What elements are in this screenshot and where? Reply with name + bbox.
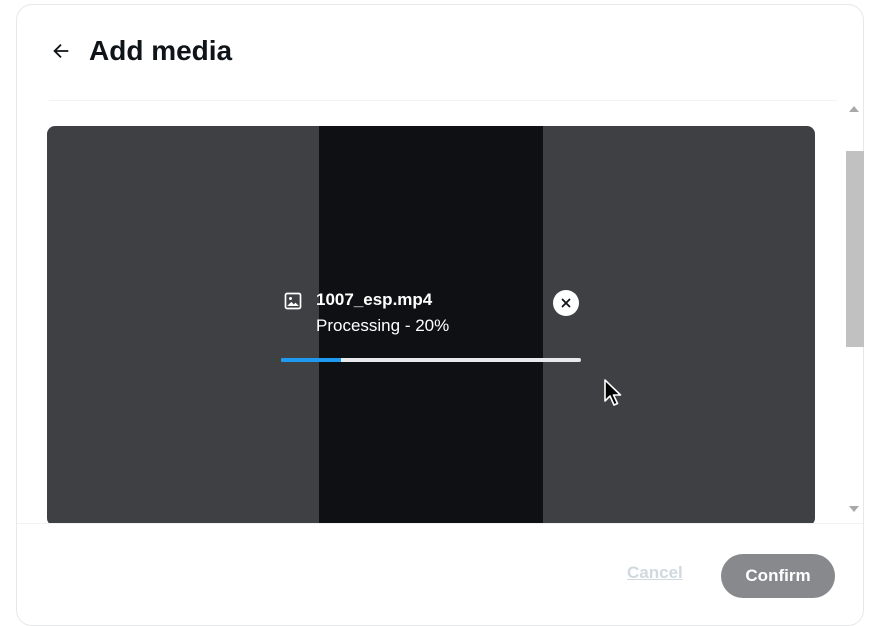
confirm-button[interactable]: Confirm <box>721 554 835 598</box>
upload-progress-fill <box>281 358 341 362</box>
scroll-up-arrow-icon[interactable] <box>849 106 859 112</box>
add-media-dialog: Add media 1007_esp.mp4 Processing - 20% <box>16 4 864 626</box>
footer-divider <box>17 523 863 524</box>
upload-progress-bar <box>281 358 581 362</box>
back-button[interactable] <box>45 35 77 67</box>
scroll-down-arrow-icon[interactable] <box>849 506 859 512</box>
upload-status: 1007_esp.mp4 Processing - 20% <box>281 289 583 369</box>
mouse-cursor-icon <box>604 379 622 406</box>
scrollbar-thumb[interactable] <box>846 151 864 347</box>
close-icon <box>561 298 571 308</box>
processing-status: Processing - 20% <box>316 316 450 335</box>
scrollbar[interactable] <box>844 100 864 520</box>
file-name: 1007_esp.mp4 <box>316 290 433 309</box>
cancel-button[interactable]: Cancel <box>627 563 683 583</box>
arrow-left-icon <box>53 43 69 59</box>
media-scroll-area: 1007_esp.mp4 Processing - 20% <box>17 101 863 523</box>
dialog-header: Add media <box>17 5 863 101</box>
image-icon <box>284 292 302 310</box>
remove-media-button[interactable] <box>553 290 579 316</box>
media-preview: 1007_esp.mp4 Processing - 20% <box>47 126 815 523</box>
page-title: Add media <box>89 35 233 66</box>
